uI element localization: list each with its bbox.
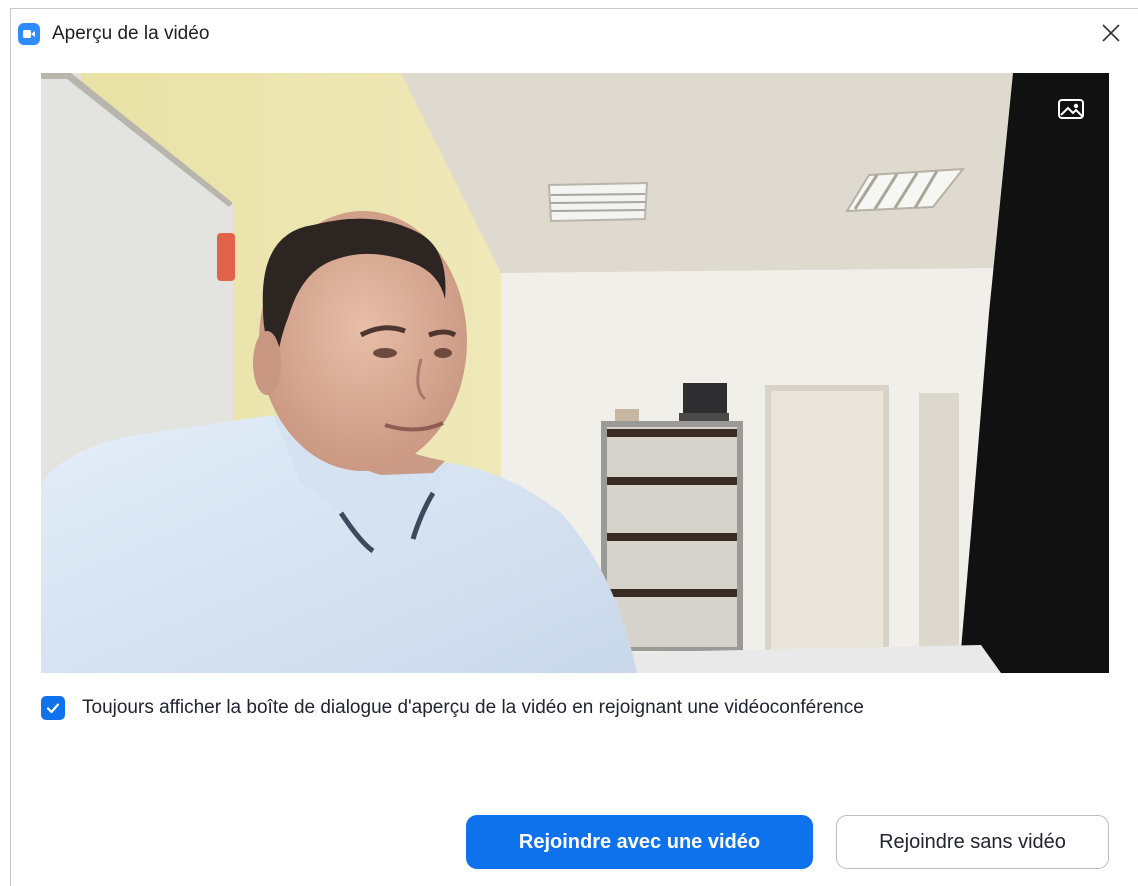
- video-preview-dialog: Aperçu de la vidéo Toujours afficher la …: [10, 8, 1138, 886]
- always-show-preview-checkbox[interactable]: [41, 696, 65, 720]
- join-without-video-button[interactable]: Rejoindre sans vidéo: [836, 815, 1109, 869]
- virtual-background-button[interactable]: [1057, 97, 1085, 121]
- close-icon: [1102, 24, 1120, 42]
- join-with-video-button[interactable]: Rejoindre avec une vidéo: [466, 815, 813, 869]
- zoom-camera-icon: [18, 23, 40, 45]
- title-bar: Aperçu de la vidéo: [11, 9, 1138, 57]
- virtual-background-icon: [1058, 99, 1084, 119]
- camera-feed-image: [41, 73, 1109, 673]
- always-show-preview-option: Toujours afficher la boîte de dialogue d…: [41, 694, 864, 722]
- checkmark-icon: [46, 703, 60, 714]
- video-preview: [41, 73, 1109, 673]
- always-show-preview-label[interactable]: Toujours afficher la boîte de dialogue d…: [82, 697, 864, 719]
- close-button[interactable]: [1098, 20, 1124, 46]
- window-title: Aperçu de la vidéo: [52, 23, 210, 44]
